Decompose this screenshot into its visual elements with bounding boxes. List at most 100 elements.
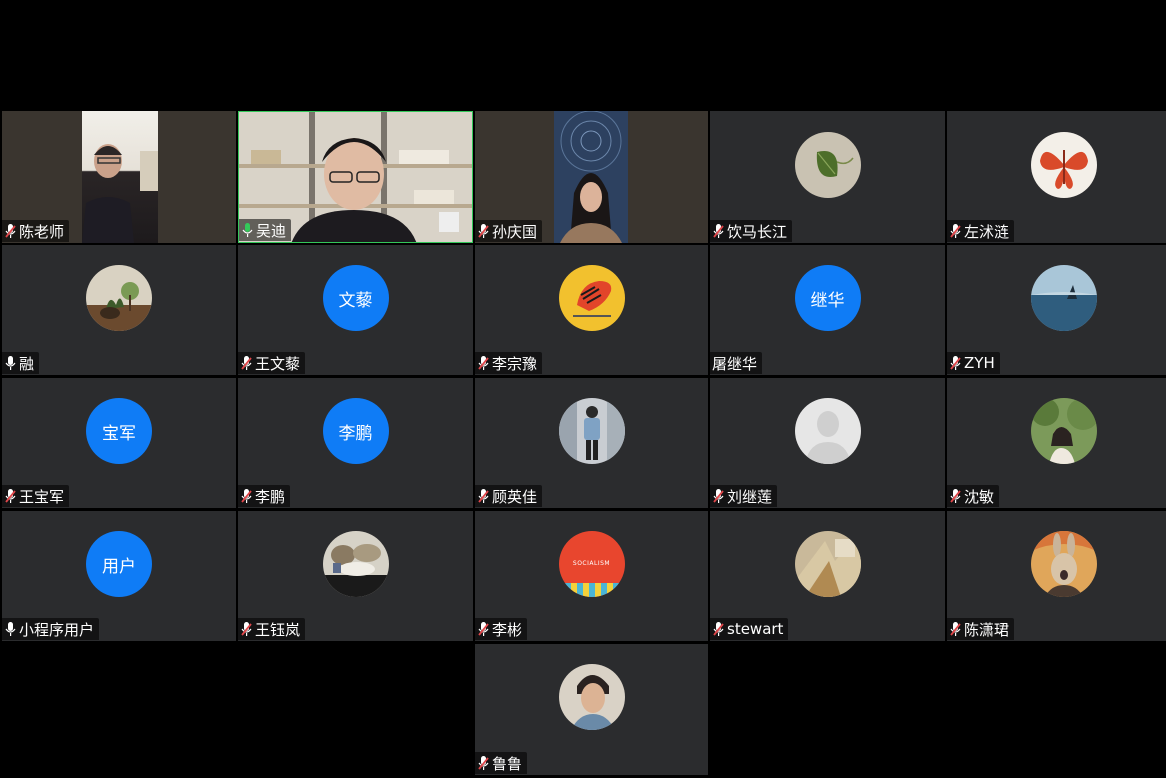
initials-avatar: 文藜 [322,265,389,331]
book-stripe [558,583,625,597]
participant-name: 陈潇珺 [964,620,1010,639]
participant-name: 吴迪 [256,221,287,240]
participant-name: 孙庆国 [492,222,538,241]
participant-name-tag: 李鹏 [238,485,291,507]
participant-name-tag: 王文藜 [238,352,306,374]
participant-tile-7[interactable]: 文藜 王文藜 [238,245,473,375]
socialism-book-avatar-icon: SOCIALISM [558,531,625,597]
participant-name-tag: ZYH [947,352,1000,374]
tiger-logo-avatar-icon [558,265,625,331]
participant-name-tag: 王钰岚 [238,618,306,640]
participant-name: 融 [19,354,35,373]
mic-muted-icon [713,223,724,239]
participant-name-tag: 屠继华 [710,352,763,374]
participant-tile-10[interactable]: ZYH [947,245,1166,375]
participant-name: 沈敏 [964,487,995,506]
abstract-art-avatar-icon [794,531,861,597]
painting-avatar-icon [322,531,389,597]
initials-avatar: 宝军 [86,398,152,464]
butterfly-papercut-avatar-icon [1031,132,1097,198]
participant-name: 刘继莲 [727,487,773,506]
participant-name-tag: stewart [710,618,789,640]
participant-tile-19[interactable]: stewart [710,511,945,641]
participant-tile-3[interactable]: 孙庆国 [475,111,708,243]
participant-name: 王钰岚 [255,620,301,639]
initials-avatar: 继华 [794,265,861,331]
mic-muted-icon [5,488,16,504]
mic-muted-icon [5,223,16,239]
person-street-avatar-icon [558,398,625,464]
participant-name-tag: 融 [2,352,40,374]
participant-tile-21[interactable]: 鲁鲁 [475,644,708,775]
mic-muted-icon [950,355,961,371]
participant-name-tag: 吴迪 [239,219,292,241]
whale-ocean-avatar-icon [1031,265,1097,331]
participant-name: 鲁鲁 [492,754,523,773]
participant-tile-17[interactable]: 王钰岚 [238,511,473,641]
participant-name-tag: 小程序用户 [2,618,100,640]
participant-name: ZYH [964,354,995,372]
mic-muted-icon [478,621,489,637]
participant-name-tag: 鲁鲁 [475,752,528,774]
default-user-avatar-icon [794,398,861,464]
video-frame [554,111,628,243]
participant-tile-1[interactable]: 陈老师 [2,111,236,243]
mic-muted-icon [950,488,961,504]
mic-muted-icon [478,488,489,504]
participant-name: 李鹏 [255,487,286,506]
mic-muted-icon [241,355,252,371]
participant-tile-5[interactable]: 左沭涟 [947,111,1166,243]
participant-name: 陈老师 [19,222,65,241]
initials-avatar: 用户 [86,531,152,597]
participant-tile-20[interactable]: 陈潇珺 [947,511,1166,641]
participant-name-tag: 顾英佳 [475,485,543,507]
mic-on-icon [5,355,16,371]
mic-muted-icon [478,755,489,771]
participant-tile-16[interactable]: 用户 小程序用户 [2,511,236,641]
participant-tile-8[interactable]: 李宗豫 [475,245,708,375]
participant-name-tag: 陈老师 [2,220,70,242]
participant-tile-13[interactable]: 顾英佳 [475,378,708,508]
participant-tile-15[interactable]: 沈敏 [947,378,1166,508]
meeting-gallery: 陈老师 吴迪 孙庆国 饮马长江 左沭涟 融 文藜 王文藜 李宗豫 继华 屠继华 … [0,0,1166,778]
participant-name: 王宝军 [19,487,65,506]
avatar-caption: SOCIALISM [572,560,611,567]
young-man-portrait-avatar-icon [558,664,625,730]
participant-tile-4[interactable]: 饮马长江 [710,111,945,243]
mic-muted-icon [950,223,961,239]
video-frame [82,111,158,243]
participant-name: 左沭涟 [964,222,1010,241]
mic-muted-icon [713,488,724,504]
mic-muted-icon [950,621,961,637]
participant-name-tag: 李彬 [475,618,528,640]
participant-name: 李彬 [492,620,523,639]
initials-avatar: 李鹏 [322,398,389,464]
participant-tile-12[interactable]: 李鹏 李鹏 [238,378,473,508]
participant-tile-6[interactable]: 融 [2,245,236,375]
participant-name-tag: 左沭涟 [947,220,1015,242]
mic-on-icon [5,621,16,637]
participant-name-tag: 沈敏 [947,485,1000,507]
mic-muted-icon [478,355,489,371]
participant-name: 李宗豫 [492,354,538,373]
participant-name: 饮马长江 [727,222,788,241]
participant-tile-9[interactable]: 继华 屠继华 [710,245,945,375]
participant-tile-11[interactable]: 宝军 王宝军 [2,378,236,508]
participant-name: stewart [727,620,784,638]
participant-tile-14[interactable]: 刘继莲 [710,378,945,508]
woman-trees-avatar-icon [1031,398,1097,464]
participant-name-tag: 李宗豫 [475,352,543,374]
participant-name-tag: 陈潇珺 [947,618,1015,640]
mic-muted-icon [241,621,252,637]
participant-name-tag: 刘继莲 [710,485,778,507]
woman-starry-video [554,111,628,243]
participant-name-tag: 饮马长江 [710,220,793,242]
rabbit-scream-avatar-icon [1031,531,1097,597]
participant-tile-2-active-speaker[interactable]: 吴迪 [238,111,473,243]
participant-tile-18[interactable]: SOCIALISM 李彬 [475,511,708,641]
man-office-video [82,144,158,243]
participant-name: 王文藜 [255,354,301,373]
participant-name-tag: 孙庆国 [475,220,543,242]
participant-name: 屠继华 [712,354,758,373]
mic-muted-icon [713,621,724,637]
